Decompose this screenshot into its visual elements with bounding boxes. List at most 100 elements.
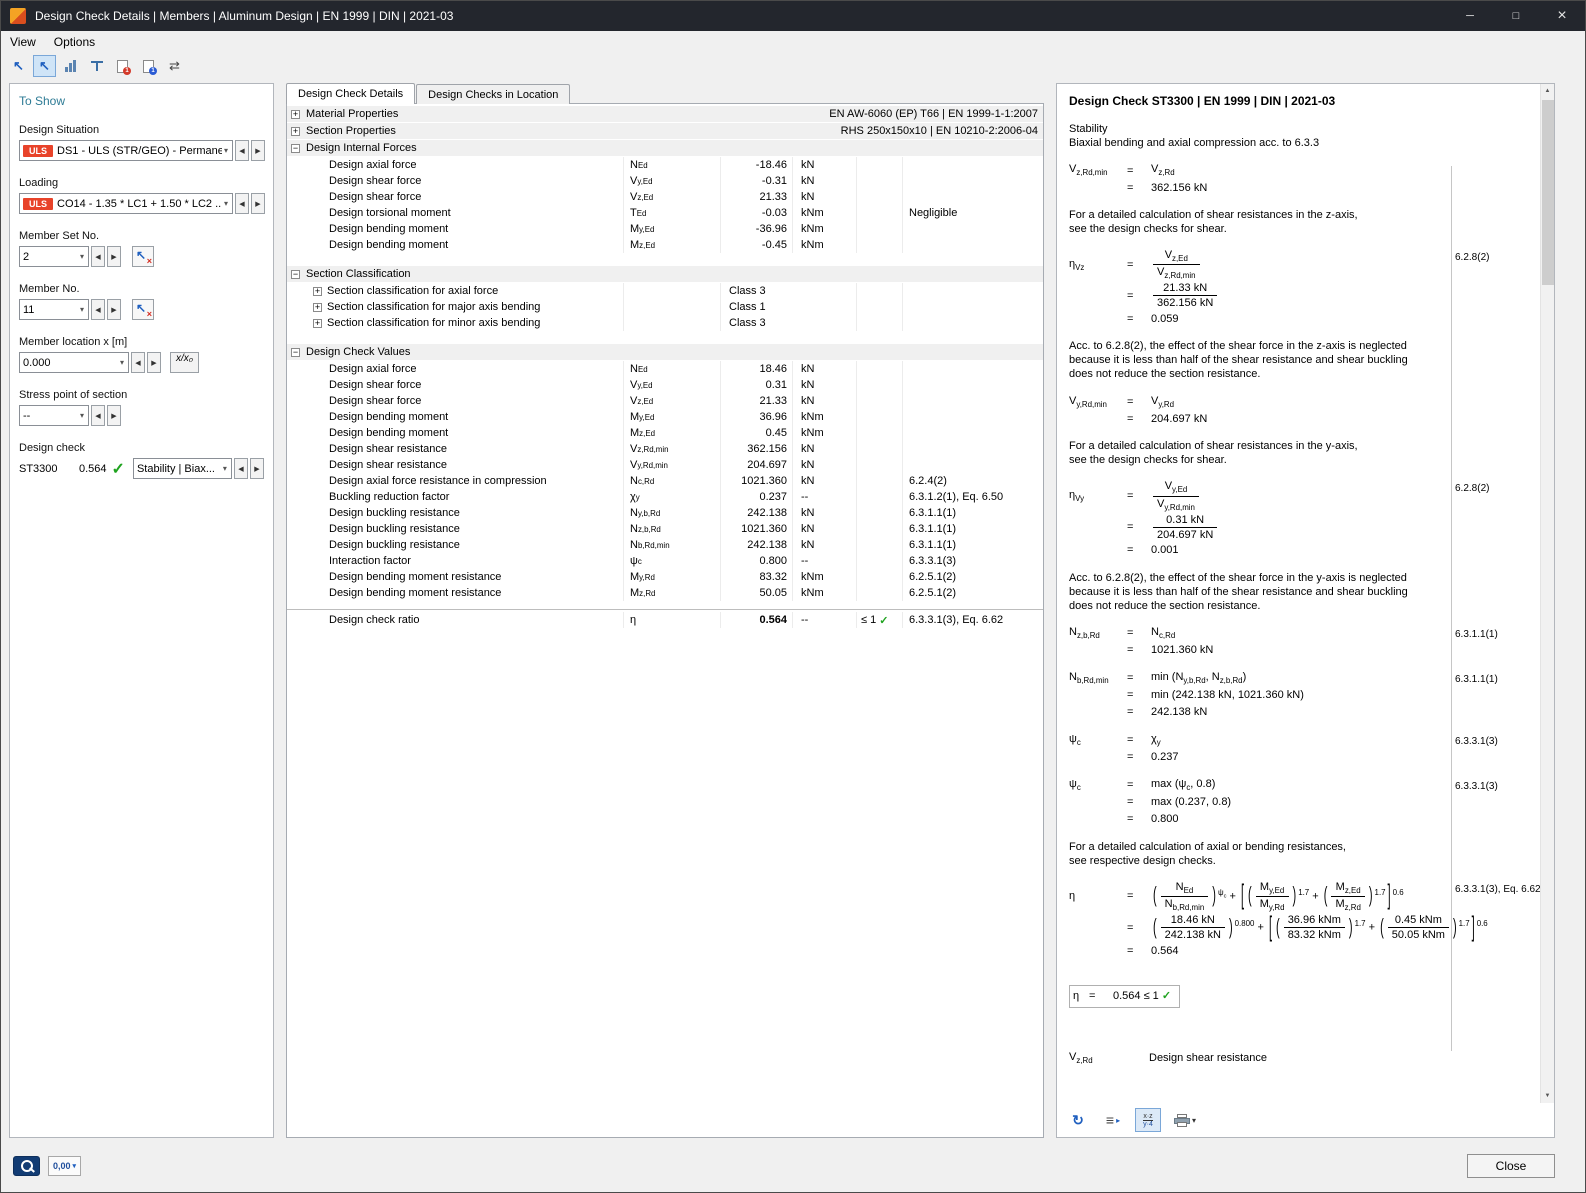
collapse-icon[interactable]: − <box>291 144 300 153</box>
stress-point-prev-button[interactable]: ◀ <box>91 405 105 426</box>
table-row[interactable]: Design axial forceNEd-18.46kN <box>287 157 1043 173</box>
design-situation-next-button[interactable]: ▶ <box>251 140 265 161</box>
close-button[interactable]: Close <box>1467 1154 1555 1178</box>
loading-next-button[interactable]: ▶ <box>251 193 265 214</box>
member-set-next-button[interactable]: ▶ <box>107 246 121 267</box>
expand-icon[interactable]: + <box>291 110 300 119</box>
loading-prev-button[interactable]: ◀ <box>235 193 249 214</box>
result-diagram-button[interactable] <box>59 55 82 77</box>
member-set-prev-button[interactable]: ◀ <box>91 246 105 267</box>
cell-reference: Negligible <box>902 205 1043 221</box>
group-header[interactable]: +Section PropertiesRHS 250x150x10 | EN 1… <box>287 123 1043 139</box>
member-next-button[interactable]: ▶ <box>107 299 121 320</box>
table-row[interactable]: +Section classification for axial forceC… <box>287 283 1043 299</box>
table-row[interactable]: Design shear forceVy,Ed0.31kN <box>287 377 1043 393</box>
cell-check <box>856 221 902 237</box>
table-row[interactable]: Design buckling resistanceNz,b,Rd1021.36… <box>287 521 1043 537</box>
member-pick-button[interactable]: ↖ × <box>132 299 154 320</box>
table-row[interactable]: Design buckling resistanceNb,Rd,min242.1… <box>287 537 1043 553</box>
scrollbar-track[interactable] <box>1541 98 1555 1089</box>
scroll-down-icon[interactable]: ▼ <box>1541 1089 1555 1103</box>
expand-icon[interactable]: + <box>313 287 322 296</box>
table-row[interactable]: Design shear resistanceVz,Rd,min362.156k… <box>287 441 1043 457</box>
cell-reference <box>902 173 1043 189</box>
table-row[interactable]: Design shear forceVy,Ed-0.31kN <box>287 173 1043 189</box>
select-check-button[interactable]: ↖ <box>7 55 30 77</box>
group-header[interactable]: +Material PropertiesEN AW-6060 (EP) T66 … <box>287 106 1043 122</box>
decimal-places-button[interactable]: 0,00 ▾ <box>48 1156 81 1176</box>
formula-numbers-button[interactable]: x·zy·4 <box>1135 1108 1161 1132</box>
table-row[interactable]: Design bending momentMz,Ed0.45kNm <box>287 425 1043 441</box>
stress-point-select[interactable]: -- ▾ <box>19 405 89 426</box>
formula-line: =(18.46 kN242.138 kN)0.800 + [(36.96 kNm… <box>1069 914 1445 941</box>
table-row[interactable]: +Section classification for minor axis b… <box>287 315 1043 331</box>
cell-unit: kNm <box>792 409 856 425</box>
member-set-select[interactable]: 2 ▾ <box>19 246 89 267</box>
table-row[interactable]: Design buckling resistanceNy,b,Rd242.138… <box>287 505 1043 521</box>
maximize-button[interactable]: □ <box>1493 1 1539 31</box>
table-row[interactable]: Design shear forceVz,Ed21.33kN <box>287 393 1043 409</box>
table-row[interactable]: Interaction factorψc0.800--6.3.3.1(3) <box>287 553 1043 569</box>
close-window-button[interactable]: × <box>1539 1 1585 31</box>
relative-location-toggle[interactable]: x/x₀ <box>170 352 199 373</box>
design-check-prev-button[interactable]: ◀ <box>234 458 248 479</box>
info-one-button[interactable]: 1 <box>111 55 134 77</box>
member-select[interactable]: 11 ▾ <box>19 299 89 320</box>
design-check-next-button[interactable]: ▶ <box>250 458 264 479</box>
info-two-button[interactable]: 1 <box>137 55 160 77</box>
scroll-up-icon[interactable]: ▲ <box>1541 84 1555 98</box>
relations-button[interactable]: ⇄ <box>163 55 186 77</box>
cell-check <box>856 157 902 173</box>
table-row[interactable]: Design torsional momentTEd-0.03kNmNeglig… <box>287 205 1043 221</box>
table-row[interactable]: Design axial forceNEd18.46kN <box>287 361 1043 377</box>
scrollbar-thumb[interactable] <box>1542 100 1554 285</box>
tab-design-check-details[interactable]: Design Check Details <box>286 83 415 104</box>
loading-select[interactable]: ULS CO14 - 1.35 * LC1 + 1.50 * LC2 ... ▾ <box>19 193 233 214</box>
decimal-places-label: 0,00 <box>53 1161 71 1171</box>
location-next-button[interactable]: ▶ <box>147 352 161 373</box>
table-row[interactable]: Design axial force resistance in compres… <box>287 473 1043 489</box>
cell-check <box>856 425 902 441</box>
menu-options[interactable]: Options <box>45 33 104 51</box>
group-header[interactable]: −Design Internal Forces <box>287 140 1043 156</box>
expand-icon[interactable]: + <box>313 319 322 328</box>
minimize-button[interactable]: ─ <box>1447 1 1493 31</box>
print-button[interactable]: ▾ <box>1170 1108 1200 1132</box>
location-prev-button[interactable]: ◀ <box>131 352 145 373</box>
table-row[interactable]: Design bending moment resistanceMz,Rd50.… <box>287 585 1043 601</box>
table-row[interactable]: Design bending moment resistanceMy,Rd83.… <box>287 569 1043 585</box>
jump-to-member-button[interactable] <box>85 55 108 77</box>
collapse-icon[interactable]: − <box>291 348 300 357</box>
table-row[interactable]: Design bending momentMy,Ed36.96kNm <box>287 409 1043 425</box>
cell-label: Design bending moment <box>287 411 623 423</box>
tab-design-checks-in-location[interactable]: Design Checks in Location <box>416 84 570 104</box>
chevron-down-icon: ▾ <box>118 358 126 367</box>
formula-lhs: ηVy <box>1069 489 1127 503</box>
table-row[interactable]: Buckling reduction factorχy0.237--6.3.1.… <box>287 489 1043 505</box>
table-row[interactable]: Design shear resistanceVy,Rd,min204.697k… <box>287 457 1043 473</box>
collapse-icon[interactable]: − <box>291 270 300 279</box>
table-row[interactable]: Design bending momentMy,Ed-36.96kNm <box>287 221 1043 237</box>
cell-check <box>856 315 902 331</box>
expand-icon[interactable]: + <box>313 303 322 312</box>
stress-point-next-button[interactable]: ▶ <box>107 405 121 426</box>
group-header[interactable]: −Section Classification <box>287 266 1043 282</box>
member-prev-button[interactable]: ◀ <box>91 299 105 320</box>
member-set-pick-button[interactable]: ↖ × <box>132 246 154 267</box>
table-row[interactable]: Design shear forceVz,Ed21.33kN <box>287 189 1043 205</box>
menu-view[interactable]: View <box>1 33 45 51</box>
expand-icon[interactable]: + <box>291 127 300 136</box>
expand-details-button[interactable]: ≡▸ <box>1100 1108 1126 1132</box>
design-situation-prev-button[interactable]: ◀ <box>235 140 249 161</box>
table-row[interactable]: Design check ratioη0.564--≤ 1 ✓6.3.3.1(3… <box>287 612 1043 628</box>
refresh-button[interactable]: ↻ <box>1065 1108 1091 1132</box>
design-situation-select[interactable]: ULS DS1 - ULS (STR/GEO) - Permane... ▾ <box>19 140 233 161</box>
scrollbar[interactable]: ▲ ▼ <box>1540 84 1554 1103</box>
magnifier-button[interactable] <box>13 1156 40 1176</box>
member-location-select[interactable]: 0.000 ▾ <box>19 352 129 373</box>
table-row[interactable]: Design bending momentMz,Ed-0.45kNm <box>287 237 1043 253</box>
show-location-button[interactable]: ↖ <box>33 55 56 77</box>
design-check-type-select[interactable]: Stability | Biax... ▾ <box>133 458 232 479</box>
group-header[interactable]: −Design Check Values <box>287 344 1043 360</box>
table-row[interactable]: +Section classification for major axis b… <box>287 299 1043 315</box>
